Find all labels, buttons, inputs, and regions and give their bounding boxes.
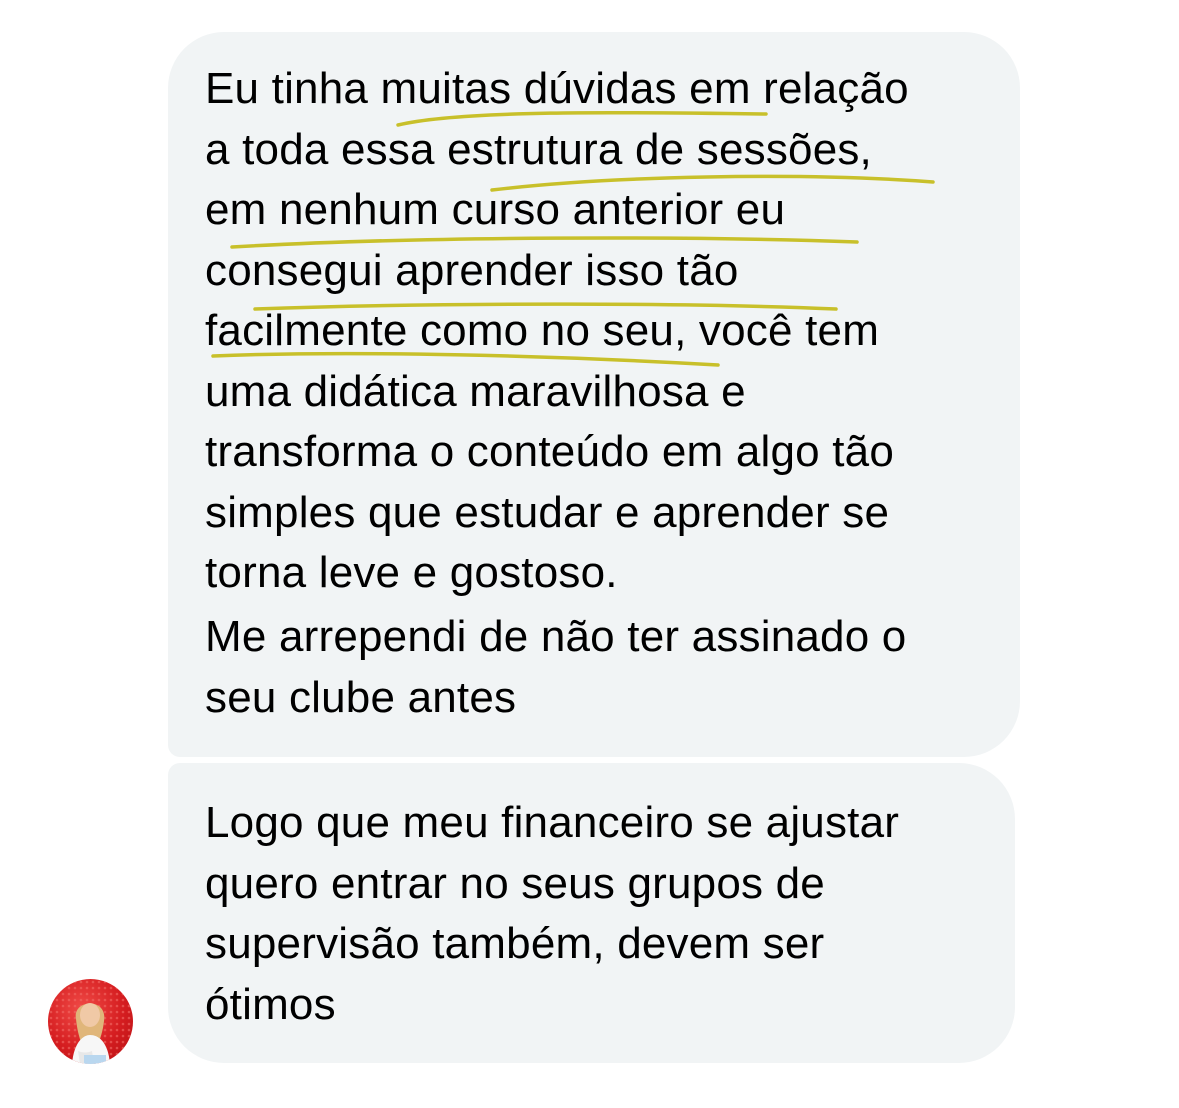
avatar[interactable] — [48, 979, 133, 1064]
message-2-paragraph-1: Logo que meu financeiro se ajustar quero… — [205, 798, 900, 1029]
message-1-paragraph-2: Me arrependi de não ter assinado o seu c… — [205, 612, 907, 722]
profile-photo-avatar-icon — [48, 979, 133, 1064]
message-1-paragraph-1: Eu tinha muitas dúvidas em relação a tod… — [205, 64, 909, 597]
